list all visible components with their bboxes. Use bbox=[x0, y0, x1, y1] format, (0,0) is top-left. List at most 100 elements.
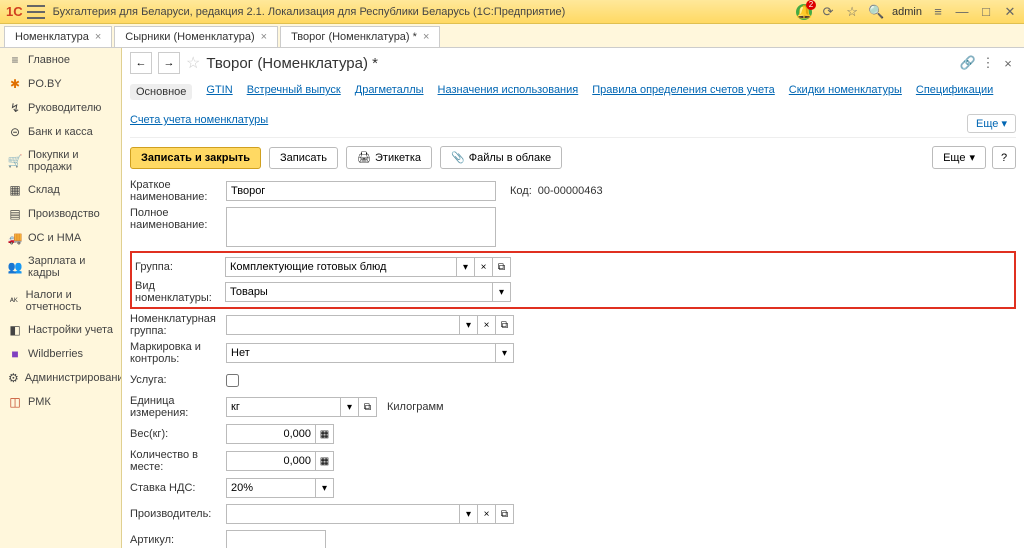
artikul-input[interactable] bbox=[226, 530, 326, 548]
subtab-main[interactable]: Основное bbox=[130, 84, 192, 100]
dropdown-icon[interactable]: ▾ bbox=[460, 504, 478, 524]
sidebar-item-warehouse[interactable]: ▦Склад bbox=[0, 178, 121, 202]
short-name-input[interactable] bbox=[226, 181, 496, 201]
close-icon[interactable]: ✕ bbox=[1002, 4, 1018, 20]
artikul-label: Артикул: bbox=[130, 534, 226, 546]
unit-input[interactable] bbox=[226, 397, 341, 417]
main-layout: ≡Главное ✱PO.BY ↯Руководителю ⊝Банк и ка… bbox=[0, 48, 1024, 548]
full-name-input[interactable] bbox=[226, 207, 496, 247]
favorite-icon[interactable]: ☆ bbox=[186, 53, 200, 73]
nav-back-button[interactable]: ← bbox=[130, 52, 152, 74]
open-icon[interactable]: ⧉ bbox=[493, 257, 511, 277]
subtab-accounts2[interactable]: Счета учета номенклатуры bbox=[130, 114, 268, 133]
tab-close-icon[interactable]: × bbox=[261, 31, 267, 43]
history-icon[interactable]: ⟳ bbox=[820, 4, 836, 20]
label-button[interactable]: 🖨Этикетка bbox=[346, 146, 432, 169]
truck-icon: 🚚 bbox=[8, 231, 22, 245]
tab-label: Номенклатура bbox=[15, 31, 89, 43]
nom-group-input[interactable] bbox=[226, 315, 460, 335]
notifications-icon[interactable]: 🔔 bbox=[796, 4, 812, 20]
clear-icon[interactable]: × bbox=[478, 504, 496, 524]
files-button[interactable]: 📎Файлы в облаке bbox=[440, 146, 562, 169]
sidebar-item-main[interactable]: ≡Главное bbox=[0, 48, 121, 72]
nav-forward-button[interactable]: → bbox=[158, 52, 180, 74]
dropdown-icon[interactable]: ▾ bbox=[460, 315, 478, 335]
app-tab-nomenclature[interactable]: Номенклатура × bbox=[4, 26, 112, 47]
subtab-counter[interactable]: Встречный выпуск bbox=[247, 84, 341, 100]
qty-input[interactable] bbox=[226, 451, 316, 471]
tab-close-icon[interactable]: × bbox=[423, 31, 429, 43]
subtab-spec[interactable]: Спецификации bbox=[916, 84, 993, 100]
sidebar-item-label: Покупки и продажи bbox=[28, 149, 113, 173]
app-tab-syrniki[interactable]: Сырники (Номенклатура) × bbox=[114, 26, 278, 47]
subtab-purposes[interactable]: Назначения использования bbox=[438, 84, 579, 100]
qty-label: Количество в месте: bbox=[130, 449, 226, 473]
subtab-gtin[interactable]: GTIN bbox=[206, 84, 232, 100]
sidebar-item-poby[interactable]: ✱PO.BY bbox=[0, 72, 121, 96]
kind-input[interactable] bbox=[225, 282, 493, 302]
sidebar-item-assets[interactable]: 🚚ОС и НМА bbox=[0, 226, 121, 250]
weight-input[interactable] bbox=[226, 424, 316, 444]
open-icon[interactable]: ⧉ bbox=[496, 315, 514, 335]
sidebar-item-wildberries[interactable]: ■Wildberries bbox=[0, 342, 121, 366]
code-label: Код: bbox=[510, 185, 532, 197]
sidebar-item-label: Wildberries bbox=[28, 348, 83, 360]
help-button[interactable]: ? bbox=[992, 146, 1016, 169]
menu-icon[interactable] bbox=[27, 5, 45, 19]
sidebar-item-taxes[interactable]: ᴬᴷНалоги и отчетность bbox=[0, 284, 121, 318]
app-tab-tvorog[interactable]: Творог (Номенклатура) * × bbox=[280, 26, 440, 47]
marking-input-group: ▾ bbox=[226, 343, 514, 363]
subtab-metals[interactable]: Драгметаллы bbox=[355, 84, 424, 100]
unit-input-group: ▾ ⧉ bbox=[226, 397, 377, 417]
clear-icon[interactable]: × bbox=[475, 257, 493, 277]
calc-icon[interactable]: ▦ bbox=[316, 424, 334, 444]
sidebar-item-label: Налоги и отчетность bbox=[26, 289, 113, 313]
close-icon[interactable]: × bbox=[1000, 55, 1016, 71]
group-input-group: ▾ × ⧉ bbox=[225, 257, 511, 277]
sidebar-item-label: PO.BY bbox=[28, 78, 62, 90]
dropdown-icon[interactable]: ▾ bbox=[457, 257, 475, 277]
open-icon[interactable]: ⧉ bbox=[359, 397, 377, 417]
tab-close-icon[interactable]: × bbox=[95, 31, 101, 43]
clear-icon[interactable]: × bbox=[478, 315, 496, 335]
search-icon[interactable]: 🔍 bbox=[868, 4, 884, 20]
subtab-more[interactable]: Еще ▾ bbox=[967, 114, 1016, 133]
sidebar-item-rmk[interactable]: ◫РМК bbox=[0, 390, 121, 414]
manufacturer-input[interactable] bbox=[226, 504, 460, 524]
more-icon[interactable]: ⋮ bbox=[980, 55, 996, 71]
row-manufacturer: Производитель: ▾ × ⧉ bbox=[130, 503, 1016, 525]
sidebar-item-manager[interactable]: ↯Руководителю bbox=[0, 96, 121, 120]
dropdown-icon[interactable]: ▾ bbox=[316, 478, 334, 498]
sidebar-item-label: Склад bbox=[28, 184, 60, 196]
group-input[interactable] bbox=[225, 257, 457, 277]
tab-label: Творог (Номенклатура) * bbox=[291, 31, 417, 43]
sidebar-item-settings[interactable]: ◧Настройки учета bbox=[0, 318, 121, 342]
dropdown-icon[interactable]: ▾ bbox=[496, 343, 514, 363]
star-icon[interactable]: ☆ bbox=[844, 4, 860, 20]
sidebar-item-sales[interactable]: 🛒Покупки и продажи bbox=[0, 144, 121, 178]
sidebar-item-bank[interactable]: ⊝Банк и касса bbox=[0, 120, 121, 144]
subtab-discounts[interactable]: Скидки номенклатуры bbox=[789, 84, 902, 100]
marking-input[interactable] bbox=[226, 343, 496, 363]
calc-icon[interactable]: ▦ bbox=[316, 451, 334, 471]
minimize-icon[interactable]: — bbox=[954, 4, 970, 20]
maximize-icon[interactable]: □ bbox=[978, 4, 994, 20]
more-button[interactable]: Еще ▾ bbox=[932, 146, 986, 169]
subtab-accounts[interactable]: Правила определения счетов учета bbox=[592, 84, 775, 100]
settings-icon[interactable]: ≡ bbox=[930, 4, 946, 20]
service-checkbox[interactable] bbox=[226, 374, 239, 387]
pos-icon: ◫ bbox=[8, 395, 22, 409]
link-icon[interactable]: 🔗 bbox=[960, 55, 976, 71]
open-icon[interactable]: ⧉ bbox=[496, 504, 514, 524]
dropdown-icon[interactable]: ▾ bbox=[341, 397, 359, 417]
chart-icon: ↯ bbox=[8, 101, 22, 115]
sidebar-item-production[interactable]: ▤Производство bbox=[0, 202, 121, 226]
vat-input[interactable] bbox=[226, 478, 316, 498]
sidebar-item-admin[interactable]: ⚙Администрирование bbox=[0, 366, 121, 390]
user-label[interactable]: admin bbox=[892, 6, 922, 18]
sidebar-item-salary[interactable]: 👥Зарплата и кадры bbox=[0, 250, 121, 284]
dropdown-icon[interactable]: ▾ bbox=[493, 282, 511, 302]
save-close-button[interactable]: Записать и закрыть bbox=[130, 147, 261, 169]
row-qty: Количество в месте: ▦ bbox=[130, 449, 1016, 473]
save-button[interactable]: Записать bbox=[269, 147, 338, 169]
